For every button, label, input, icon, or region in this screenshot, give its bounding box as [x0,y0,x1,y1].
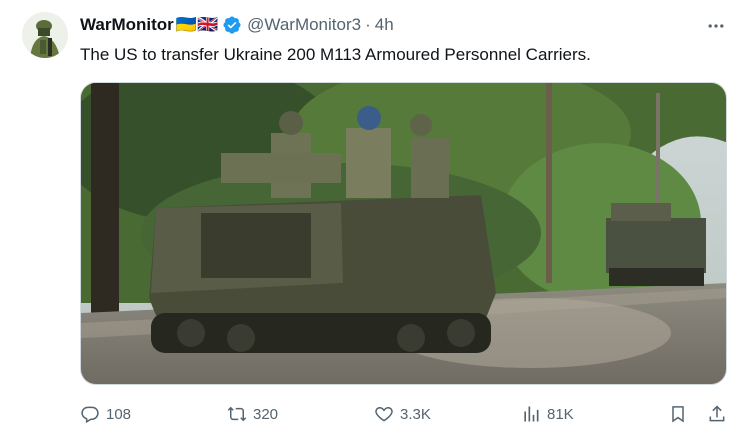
tweet-header: WarMonitor 🇺🇦🇬🇧 @WarMonitor3 · 4h [80,14,394,36]
bookmark-button[interactable] [668,403,694,425]
reply-button[interactable]: 108 [80,403,131,425]
tweet-media[interactable] [80,82,727,385]
reply-icon [81,406,99,424]
repost-count: 320 [253,405,279,423]
flags: 🇺🇦🇬🇧 [175,15,219,34]
avatar[interactable] [22,12,68,58]
views-count: 81K [547,405,574,423]
timestamp[interactable]: 4h [375,15,394,35]
tweet-text: The US to transfer Ukraine 200 M113 Armo… [80,45,591,64]
display-name[interactable]: WarMonitor [80,15,174,35]
heart-icon [375,406,393,422]
like-button[interactable]: 3.3K [374,403,431,425]
reply-count: 108 [106,405,132,423]
bookmark-icon [672,406,684,423]
like-count: 3.3K [400,405,431,423]
separator-dot: · [365,15,371,34]
repost-button[interactable]: 320 [227,403,278,425]
share-button[interactable] [707,403,733,425]
repost-icon [227,406,247,422]
more-icon[interactable] [706,16,726,36]
views-button[interactable]: 81K [521,403,574,425]
user-handle[interactable]: @WarMonitor3 [247,15,361,35]
share-icon [709,405,725,422]
verified-badge-icon [223,16,241,34]
views-icon [524,406,539,422]
armoured-vehicle-photo [81,83,726,384]
soldier-avatar-image [22,12,68,58]
tweet-actions: 108 320 3.3K 81K [80,403,730,425]
